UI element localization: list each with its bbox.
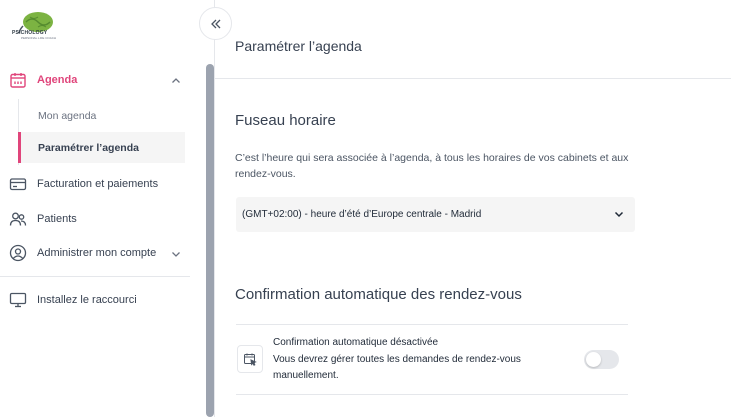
sidebar-item-label: Administrer mon compte (37, 247, 157, 259)
sidebar-item-agenda[interactable]: Agenda (0, 65, 190, 95)
header-divider (215, 78, 731, 79)
confirmation-status-body: Vous devrez gérer toutes les demandes de… (273, 354, 521, 381)
page-title: Paramétrer l’agenda (235, 38, 362, 54)
sidebar-item-facturation[interactable]: Facturation et paiements (0, 169, 190, 199)
toggle-knob (586, 352, 601, 367)
sidebar-item-label: Facturation et paiements (37, 178, 159, 190)
confirmation-status-heading: Confirmation automatique désactivée (273, 337, 439, 348)
users-icon (9, 210, 27, 228)
monitor-icon (9, 291, 27, 309)
sidebar-scrollbar[interactable] (206, 64, 214, 417)
double-chevron-left-icon (210, 19, 220, 28)
calendar-click-icon (237, 345, 263, 373)
sidebar: PSICHOLOGY PERSONAL LIFE COACH Agenda Mo… (0, 0, 206, 417)
sidebar-divider (0, 276, 190, 277)
timezone-select[interactable]: (GMT+02:00) - heure d’été d’Europe centr… (236, 197, 635, 232)
sidebar-item-label: Patients (37, 213, 77, 225)
sidebar-item-raccourci[interactable]: Installez le raccourci (0, 285, 190, 315)
user-circle-icon (9, 244, 27, 262)
timezone-description: C’est l’heure qui sera associée à l’agen… (235, 152, 629, 180)
chevron-up-icon (170, 74, 182, 86)
confirmation-section-title: Confirmation automatique des rendez-vous (235, 286, 522, 303)
main-content: Paramétrer l’agenda Fuseau horaire C’est… (215, 0, 731, 417)
sidebar-subitem-parametrer-agenda[interactable]: Paramétrer l’agenda (18, 132, 185, 163)
chevron-down-icon (613, 208, 625, 220)
sidebar-subitem-mon-agenda[interactable]: Mon agenda (18, 100, 185, 131)
confirmation-divider-bottom (236, 394, 628, 395)
confirmation-divider-top (236, 324, 628, 325)
sidebar-item-patients[interactable]: Patients (0, 204, 190, 234)
brand-tagline: PERSONAL LIFE COACH (21, 36, 57, 40)
credit-card-icon (9, 175, 27, 193)
sidebar-item-administrer[interactable]: Administrer mon compte (0, 238, 190, 268)
timezone-selected-value: (GMT+02:00) - heure d’été d’Europe centr… (242, 209, 482, 220)
timezone-section-title: Fuseau horaire (235, 112, 336, 129)
sidebar-item-label: Agenda (37, 74, 78, 86)
chevron-down-icon (170, 247, 182, 259)
collapse-sidebar-button[interactable] (199, 7, 232, 40)
sidebar-item-label: Installez le raccourci (37, 294, 137, 306)
auto-confirmation-toggle[interactable] (584, 350, 619, 369)
calendar-icon (9, 71, 27, 89)
